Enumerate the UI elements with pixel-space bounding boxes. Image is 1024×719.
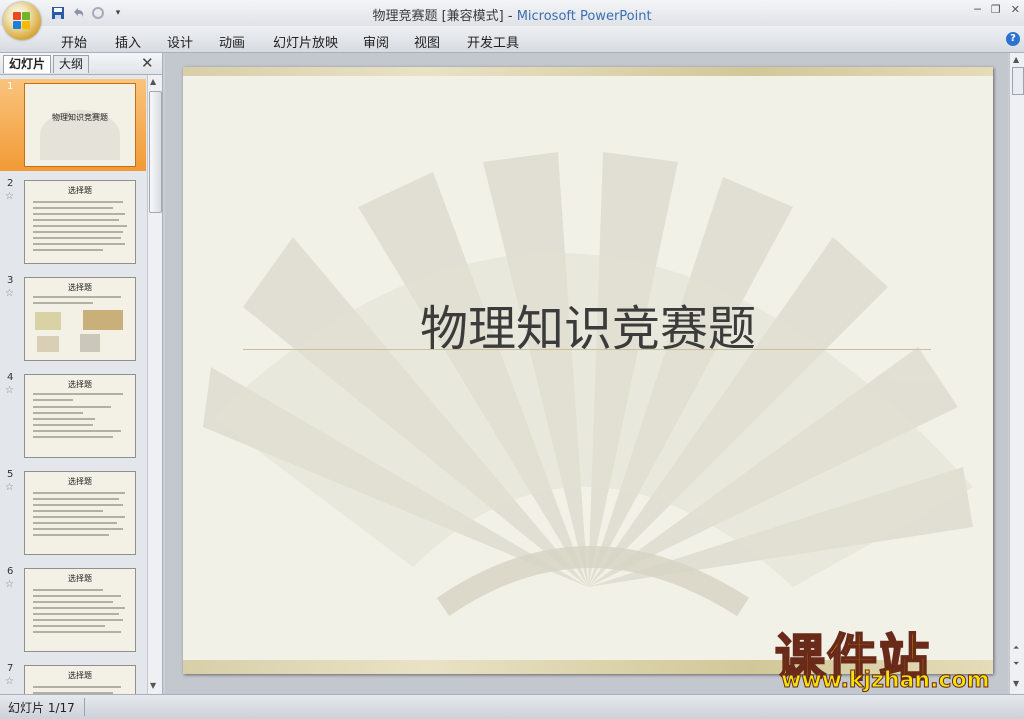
status-bar: 幻灯片 1/17 — [0, 694, 1024, 719]
thumbnail-title: 选择题 — [68, 283, 92, 292]
thumbnail-preview: 选择题 — [24, 374, 136, 458]
animation-star-icon: ☆ — [5, 385, 14, 396]
next-slide-icon[interactable]: ⏷ — [1013, 659, 1019, 669]
slide-number: 6 — [7, 566, 14, 577]
tab-animations[interactable]: 动画 — [219, 32, 245, 51]
animation-star-icon: ☆ — [5, 579, 14, 590]
slide-thumbnail-1[interactable]: 1 物理知识竞赛题 — [0, 79, 146, 171]
tab-developer[interactable]: 开发工具 — [467, 32, 519, 51]
title-separator: - — [503, 9, 517, 24]
slide-number: 2 — [7, 178, 14, 189]
slide-counter: 幻灯片 1/17 — [8, 701, 75, 715]
tab-insert[interactable]: 插入 — [115, 32, 141, 51]
thumbnails-scrollbar[interactable]: ▲ ▼ — [147, 75, 162, 694]
watermark: 课件站 www.kjzhan.com — [774, 620, 1007, 694]
animation-star-icon: ☆ — [5, 191, 14, 202]
tab-review[interactable]: 审阅 — [363, 32, 389, 51]
slide-number: 1 — [7, 81, 14, 92]
tab-view[interactable]: 视图 — [414, 32, 440, 51]
thumbnail-title: 选择题 — [68, 574, 92, 583]
thumbnail-list: 1 物理知识竞赛题 2 ☆ 选择题 3 ☆ 选择题 4 ☆ 选择题 5 ☆ 选择… — [0, 75, 146, 694]
tab-design[interactable]: 设计 — [167, 32, 193, 51]
thumbnail-title: 选择题 — [68, 477, 92, 486]
thumbnail-preview: 选择题 — [24, 665, 136, 694]
status-divider — [84, 698, 85, 716]
slides-pane: 幻灯片 大纲 ✕ 1 物理知识竞赛题 2 ☆ 选择题 3 ☆ 选择题 4 ☆ 选… — [0, 53, 163, 694]
slide-number: 7 — [7, 663, 14, 674]
scrollbar-thumb[interactable] — [1012, 67, 1024, 95]
scroll-down-icon[interactable]: ▼ — [1013, 679, 1019, 688]
slide-number: 3 — [7, 275, 14, 286]
slide-thumbnail-4[interactable]: 4 ☆ 选择题 — [0, 370, 146, 462]
window-title: 物理竞赛题 [兼容模式] - Microsoft PowerPoint — [0, 5, 1024, 24]
scroll-down-icon[interactable]: ▼ — [150, 681, 156, 690]
watermark-url: www.kjzhan.com — [781, 668, 991, 694]
title-bar: ▾ 物理竞赛题 [兼容模式] - Microsoft PowerPoint ─ … — [0, 0, 1024, 26]
thumbnail-preview: 选择题 — [24, 180, 136, 264]
slide-number: 5 — [7, 469, 14, 480]
slide-number: 4 — [7, 372, 14, 383]
office-button[interactable] — [3, 2, 41, 40]
tab-outline[interactable]: 大纲 — [53, 55, 90, 73]
tab-home[interactable]: 开始 — [61, 32, 87, 51]
thumbnail-preview: 选择题 — [24, 568, 136, 652]
editor-scrollbar[interactable]: ▲ ⏶ ⏷ ▼ — [1009, 53, 1024, 694]
ribbon-tabs: 开始 插入 设计 动画 幻灯片放映 审阅 视图 开发工具 ? — [0, 26, 1024, 53]
close-window-icon[interactable]: ✕ — [1011, 3, 1020, 16]
window-controls: ─ ❐ ✕ — [974, 3, 1020, 16]
slide-thumbnail-3[interactable]: 3 ☆ 选择题 — [0, 273, 146, 365]
animation-star-icon: ☆ — [5, 482, 14, 493]
minimize-icon[interactable]: ─ — [974, 3, 981, 16]
slide-thumbnail-5[interactable]: 5 ☆ 选择题 — [0, 467, 146, 559]
thumbnail-preview: 选择题 — [24, 277, 136, 361]
slide-thumbnail-2[interactable]: 2 ☆ 选择题 — [0, 176, 146, 268]
restore-icon[interactable]: ❐ — [991, 3, 1001, 16]
help-icon[interactable]: ? — [1006, 32, 1020, 46]
tab-slideshow[interactable]: 幻灯片放映 — [273, 32, 338, 51]
tab-slides[interactable]: 幻灯片 — [3, 55, 52, 73]
thumbnail-preview: 物理知识竞赛题 — [24, 83, 136, 167]
animation-star-icon: ☆ — [5, 288, 14, 299]
pane-tabs: 幻灯片 大纲 ✕ — [0, 53, 162, 75]
animation-star-icon: ☆ — [5, 676, 14, 687]
thumbnail-title: 选择题 — [68, 380, 92, 389]
scroll-up-icon[interactable]: ▲ — [150, 77, 156, 86]
app-name: Microsoft PowerPoint — [516, 9, 652, 24]
fan-background-image — [203, 152, 973, 617]
current-slide[interactable]: 物理知识竞赛题 — [183, 67, 993, 674]
title-underline — [243, 349, 931, 350]
previous-slide-icon[interactable]: ⏶ — [1013, 643, 1019, 653]
document-title: 物理竞赛题 [兼容模式] — [372, 9, 504, 24]
thumbnail-title: 选择题 — [68, 186, 92, 195]
slide-thumbnail-7[interactable]: 7 ☆ 选择题 — [0, 661, 146, 694]
thumbnail-title: 选择题 — [68, 671, 92, 680]
scroll-up-icon[interactable]: ▲ — [1013, 55, 1019, 64]
slide-thumbnail-6[interactable]: 6 ☆ 选择题 — [0, 564, 146, 656]
close-pane-icon[interactable]: ✕ — [141, 54, 154, 72]
thumbnail-preview: 选择题 — [24, 471, 136, 555]
office-logo-icon — [13, 12, 31, 30]
scrollbar-thumb[interactable] — [149, 91, 162, 213]
thumbnail-title: 物理知识竞赛题 — [52, 113, 108, 122]
